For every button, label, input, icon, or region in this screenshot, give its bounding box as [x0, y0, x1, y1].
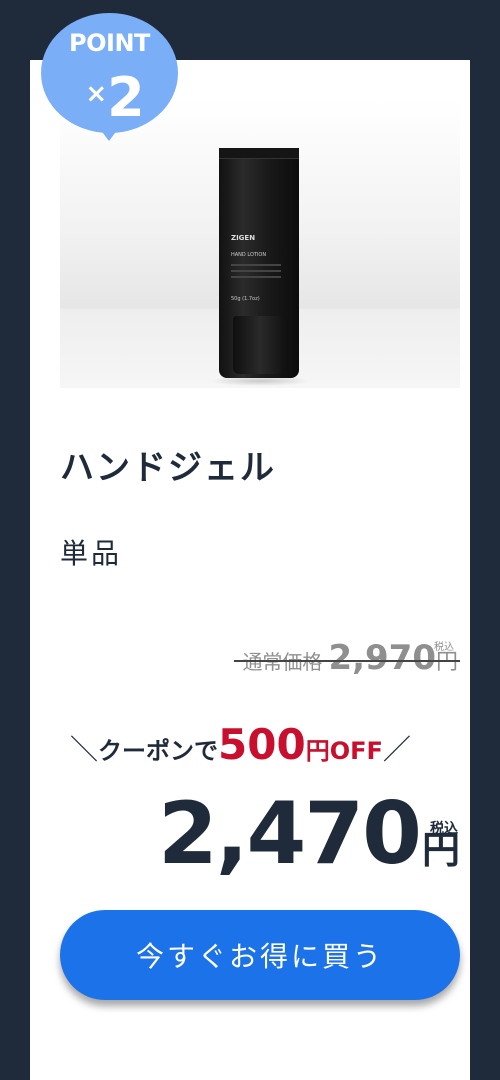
regular-price: 通常価格 2,970円 税込: [234, 638, 460, 678]
product-title: ハンドジェル: [60, 448, 276, 488]
regular-price-label: 通常価格: [242, 650, 323, 674]
coupon-amount: 500: [218, 720, 306, 769]
point-badge: POINT ×2: [41, 13, 178, 150]
strikethrough-line: [234, 660, 460, 662]
sale-price-tax: 税込: [430, 821, 458, 837]
tube-brand-text: ZIGEN: [231, 234, 256, 242]
buy-now-button[interactable]: 今すぐお得に買う: [60, 910, 460, 1000]
sale-price-value: 2,470: [157, 784, 422, 884]
badge-label: POINT: [69, 29, 150, 57]
regular-price-value: 2,970: [328, 638, 436, 678]
sale-price: 2,470円 税込: [158, 784, 460, 884]
regular-price-tax: 税込: [434, 642, 454, 653]
regular-price-yen: 円: [435, 650, 458, 675]
coupon-banner: ＼クーポンで500円OFF／: [70, 720, 411, 769]
hand-lotion-tube-icon: ZIGEN HAND LOTION 50g (1.7oz): [219, 148, 299, 378]
coupon-off: OFF: [329, 737, 383, 765]
tube-name-text: HAND LOTION: [231, 252, 267, 258]
coupon-label: クーポンで: [98, 737, 219, 765]
tube-size-text: 50g (1.7oz): [231, 296, 260, 302]
badge-multiplier: ×2: [85, 66, 145, 129]
product-subtitle: 単品: [60, 537, 123, 570]
